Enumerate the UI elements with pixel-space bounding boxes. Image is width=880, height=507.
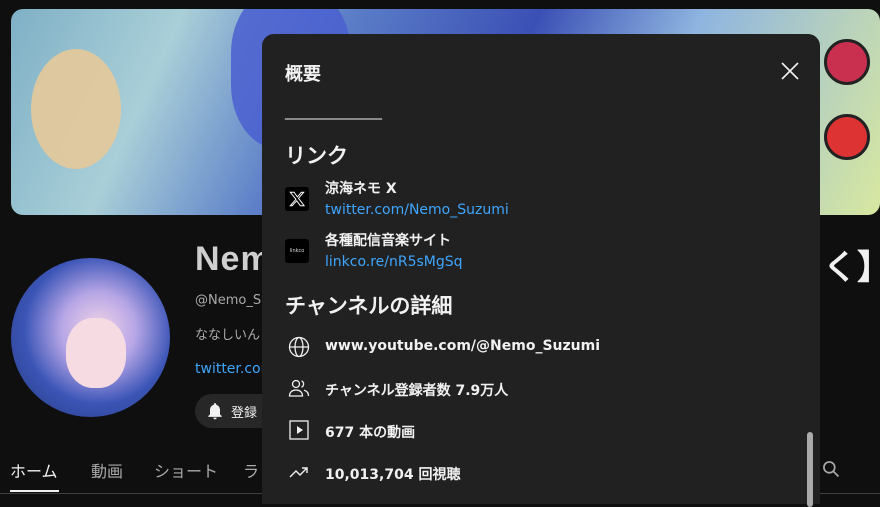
subscribers-icon (288, 379, 310, 397)
links-heading: リンク (285, 144, 348, 168)
detail-channel-url[interactable]: www.youtube.com/@Nemo_Suzumi (325, 338, 600, 354)
x-logo-icon (285, 187, 309, 211)
close-icon[interactable] (778, 59, 802, 83)
banner-art (824, 114, 870, 160)
tab-live[interactable]: ラ (243, 458, 259, 482)
globe-icon (288, 336, 310, 358)
linkco-logo-icon: linkco (285, 239, 309, 263)
link-label: 各種配信音楽サイト (325, 233, 451, 249)
tab-home[interactable]: ホーム (10, 458, 58, 482)
tab-videos[interactable]: 動画 (91, 458, 123, 482)
dialog-title: 概要 (285, 64, 321, 85)
detail-view-count: 10,013,704 回視聴 (325, 467, 461, 483)
link-url[interactable]: linkco.re/nR5sMgSq (325, 254, 463, 270)
channel-name: Nem (195, 240, 272, 278)
bell-icon (208, 403, 222, 420)
description-divider: ________________ (285, 104, 382, 120)
banner-art (31, 49, 121, 169)
active-tab-indicator (10, 490, 59, 492)
avatar-art (66, 318, 126, 388)
channel-name-tail: く】 (823, 249, 880, 287)
subscribe-label: 登録 (231, 405, 258, 421)
channel-avatar[interactable] (11, 258, 170, 417)
video-play-icon (289, 420, 309, 440)
channel-details-heading: チャンネルの詳細 (285, 294, 453, 318)
link-label: 涼海ネモ X (325, 181, 397, 197)
linkco-logo-text: linkco (289, 248, 305, 254)
banner-art (824, 39, 870, 85)
detail-subscribers: チャンネル登録者数 7.9万人 (325, 383, 509, 399)
tab-shorts[interactable]: ショート (154, 458, 218, 482)
link-url[interactable]: twitter.com/Nemo_Suzumi (325, 202, 509, 218)
trending-icon (289, 467, 308, 478)
channel-handle: @Nemo_Su (195, 293, 270, 308)
about-dialog: 概要 ________________ リンク 涼海ネモ X twitter.c… (262, 34, 820, 507)
x-logo-glyph (289, 191, 306, 207)
channel-description[interactable]: ななしいん (195, 324, 260, 343)
scrollbar-thumb[interactable] (807, 432, 813, 507)
search-icon[interactable] (821, 459, 841, 479)
detail-video-count: 677 本の動画 (325, 425, 416, 441)
